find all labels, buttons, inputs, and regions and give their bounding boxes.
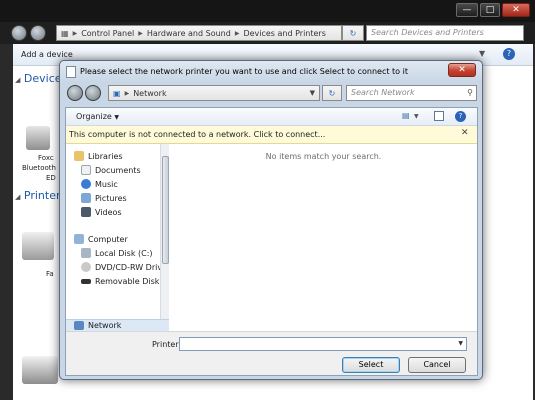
- dialog-navigation-bar: ▣ ▶ Network ▼ ↻ Search Network ⚲: [65, 83, 478, 105]
- tree-item-pictures[interactable]: Pictures: [81, 192, 127, 204]
- tree-item-music[interactable]: Music: [81, 178, 118, 190]
- address-dropdown-icon[interactable]: ▼: [310, 89, 315, 97]
- tree-item-dvd-drive[interactable]: DVD/CD-RW Drive: [81, 261, 167, 273]
- tree-item-libraries[interactable]: Libraries: [74, 150, 123, 162]
- dialog-refresh-icon[interactable]: ↻: [322, 85, 342, 101]
- dialog-close-button[interactable]: ✕: [448, 63, 476, 77]
- tree-item-label: Documents: [95, 165, 141, 175]
- dialog-content-area: Organize ▼ ▤ ▼ ? This computer is not co…: [65, 107, 478, 376]
- dialog-footer: Printer ▼ Select Cancel: [66, 331, 477, 375]
- dialog-title: Please select the network printer you wa…: [80, 67, 408, 76]
- tree-item-label: Music: [95, 179, 118, 189]
- dialog-title-bar: Please select the network printer you wa…: [60, 61, 482, 83]
- printer-dropdown-icon[interactable]: ▼: [458, 340, 463, 347]
- dialog-forward-icon[interactable]: [85, 85, 101, 101]
- breadcrumb-hardware-and-sound[interactable]: Hardware and Sound: [143, 29, 235, 38]
- tree-item-label: Local Disk (C:): [95, 248, 153, 258]
- info-bar-close-icon[interactable]: ✕: [461, 128, 469, 138]
- help-icon[interactable]: ?: [503, 48, 515, 60]
- add-device-button[interactable]: Add a device: [21, 50, 73, 59]
- tree-item-network[interactable]: Network: [66, 319, 169, 331]
- back-icon[interactable]: [11, 25, 27, 41]
- camera-device-icon[interactable]: [22, 356, 58, 384]
- local-disk-icon: [81, 248, 91, 258]
- outer-search-input[interactable]: Search Devices and Printers: [366, 25, 524, 41]
- tree-item-computer[interactable]: Computer: [74, 233, 128, 245]
- cancel-button[interactable]: Cancel: [408, 357, 466, 373]
- network-icon: ▣: [113, 88, 121, 98]
- tree-item-label: Videos: [95, 207, 122, 217]
- maximize-button[interactable]: □: [480, 3, 500, 17]
- device-label: ED: [46, 174, 56, 182]
- refresh-icon[interactable]: ↻: [342, 25, 364, 41]
- printer-field-label: Printer: [152, 340, 179, 349]
- scrollbar-thumb[interactable]: [162, 156, 169, 264]
- organize-dropdown-icon: ▼: [114, 114, 120, 121]
- music-icon: [81, 179, 91, 189]
- device-label: Bluetooth: [22, 164, 56, 172]
- breadcrumb-devices-and-printers[interactable]: Devices and Printers: [239, 29, 329, 38]
- tree-item-label: Libraries: [88, 151, 123, 161]
- navigation-pane: Libraries Documents Music Pictures Video…: [66, 144, 169, 319]
- device-label: Foxc: [38, 154, 54, 162]
- libraries-icon: [74, 151, 84, 161]
- removable-disk-icon: [81, 278, 91, 284]
- videos-icon: [81, 207, 91, 217]
- dialog-address-network[interactable]: Network: [129, 89, 170, 98]
- select-network-printer-dialog: Please select the network printer you wa…: [59, 60, 483, 380]
- organize-menu[interactable]: Organize ▼: [76, 112, 119, 121]
- outer-left-edge: [0, 44, 13, 400]
- views-icon[interactable]: ▤: [402, 111, 410, 120]
- tree-item-videos[interactable]: Videos: [81, 206, 122, 218]
- tree-item-local-disk[interactable]: Local Disk (C:): [81, 247, 153, 259]
- printer-label: Fa: [46, 270, 54, 278]
- organize-label: Organize: [76, 112, 112, 121]
- network-info-bar[interactable]: This computer is not connected to a netw…: [66, 126, 477, 144]
- network-icon: [74, 321, 84, 330]
- info-bar-message: This computer is not connected to a netw…: [69, 130, 326, 139]
- fax-printer-icon[interactable]: [22, 232, 54, 260]
- outer-navigation-bar: ▦ ▶ Control Panel ▶ Hardware and Sound ▶…: [0, 22, 535, 44]
- computer-icon: [74, 234, 84, 244]
- bluetooth-device-icon[interactable]: [26, 126, 50, 150]
- dialog-search-input[interactable]: Search Network ⚲: [346, 85, 477, 101]
- outer-address-bar[interactable]: ▦ ▶ Control Panel ▶ Hardware and Sound ▶…: [56, 25, 342, 41]
- dialog-address-bar[interactable]: ▣ ▶ Network ▼: [108, 85, 320, 101]
- dialog-document-icon: [66, 66, 76, 78]
- tree-item-label: Removable Disk (: [95, 276, 166, 286]
- view-options-icon[interactable]: ▼: [479, 49, 485, 58]
- dialog-help-icon[interactable]: ?: [455, 111, 466, 122]
- tree-item-documents[interactable]: Documents: [81, 164, 141, 176]
- navigation-pane-scrollbar[interactable]: [160, 144, 169, 319]
- outer-close-button[interactable]: ✕: [502, 3, 530, 17]
- tree-item-label: Pictures: [95, 193, 127, 203]
- tree-item-label: Network: [88, 321, 122, 330]
- minimize-button[interactable]: —: [456, 3, 478, 17]
- preview-pane-icon[interactable]: [434, 111, 444, 121]
- printer-combo-box[interactable]: ▼: [179, 337, 467, 351]
- outer-title-bar: — □ ✕: [0, 0, 535, 22]
- empty-results-message: No items match your search.: [265, 152, 382, 161]
- pictures-icon: [81, 193, 91, 203]
- dialog-back-icon[interactable]: [67, 85, 83, 101]
- select-button[interactable]: Select: [342, 357, 400, 373]
- views-dropdown-icon[interactable]: ▼: [414, 113, 419, 120]
- dialog-search-placeholder: Search Network: [351, 88, 415, 97]
- tree-item-label: DVD/CD-RW Drive: [95, 262, 167, 272]
- dvd-drive-icon: [81, 262, 91, 272]
- dialog-search-icon[interactable]: ⚲: [467, 86, 473, 100]
- tree-item-label: Computer: [88, 234, 128, 244]
- forward-icon[interactable]: [30, 25, 46, 41]
- documents-icon: [81, 165, 91, 175]
- breadcrumb-control-panel[interactable]: Control Panel: [77, 29, 138, 38]
- dialog-command-bar: Organize ▼ ▤ ▼ ?: [66, 108, 477, 126]
- tree-item-removable-disk[interactable]: Removable Disk (: [81, 275, 165, 287]
- control-panel-icon: ▦: [61, 28, 69, 38]
